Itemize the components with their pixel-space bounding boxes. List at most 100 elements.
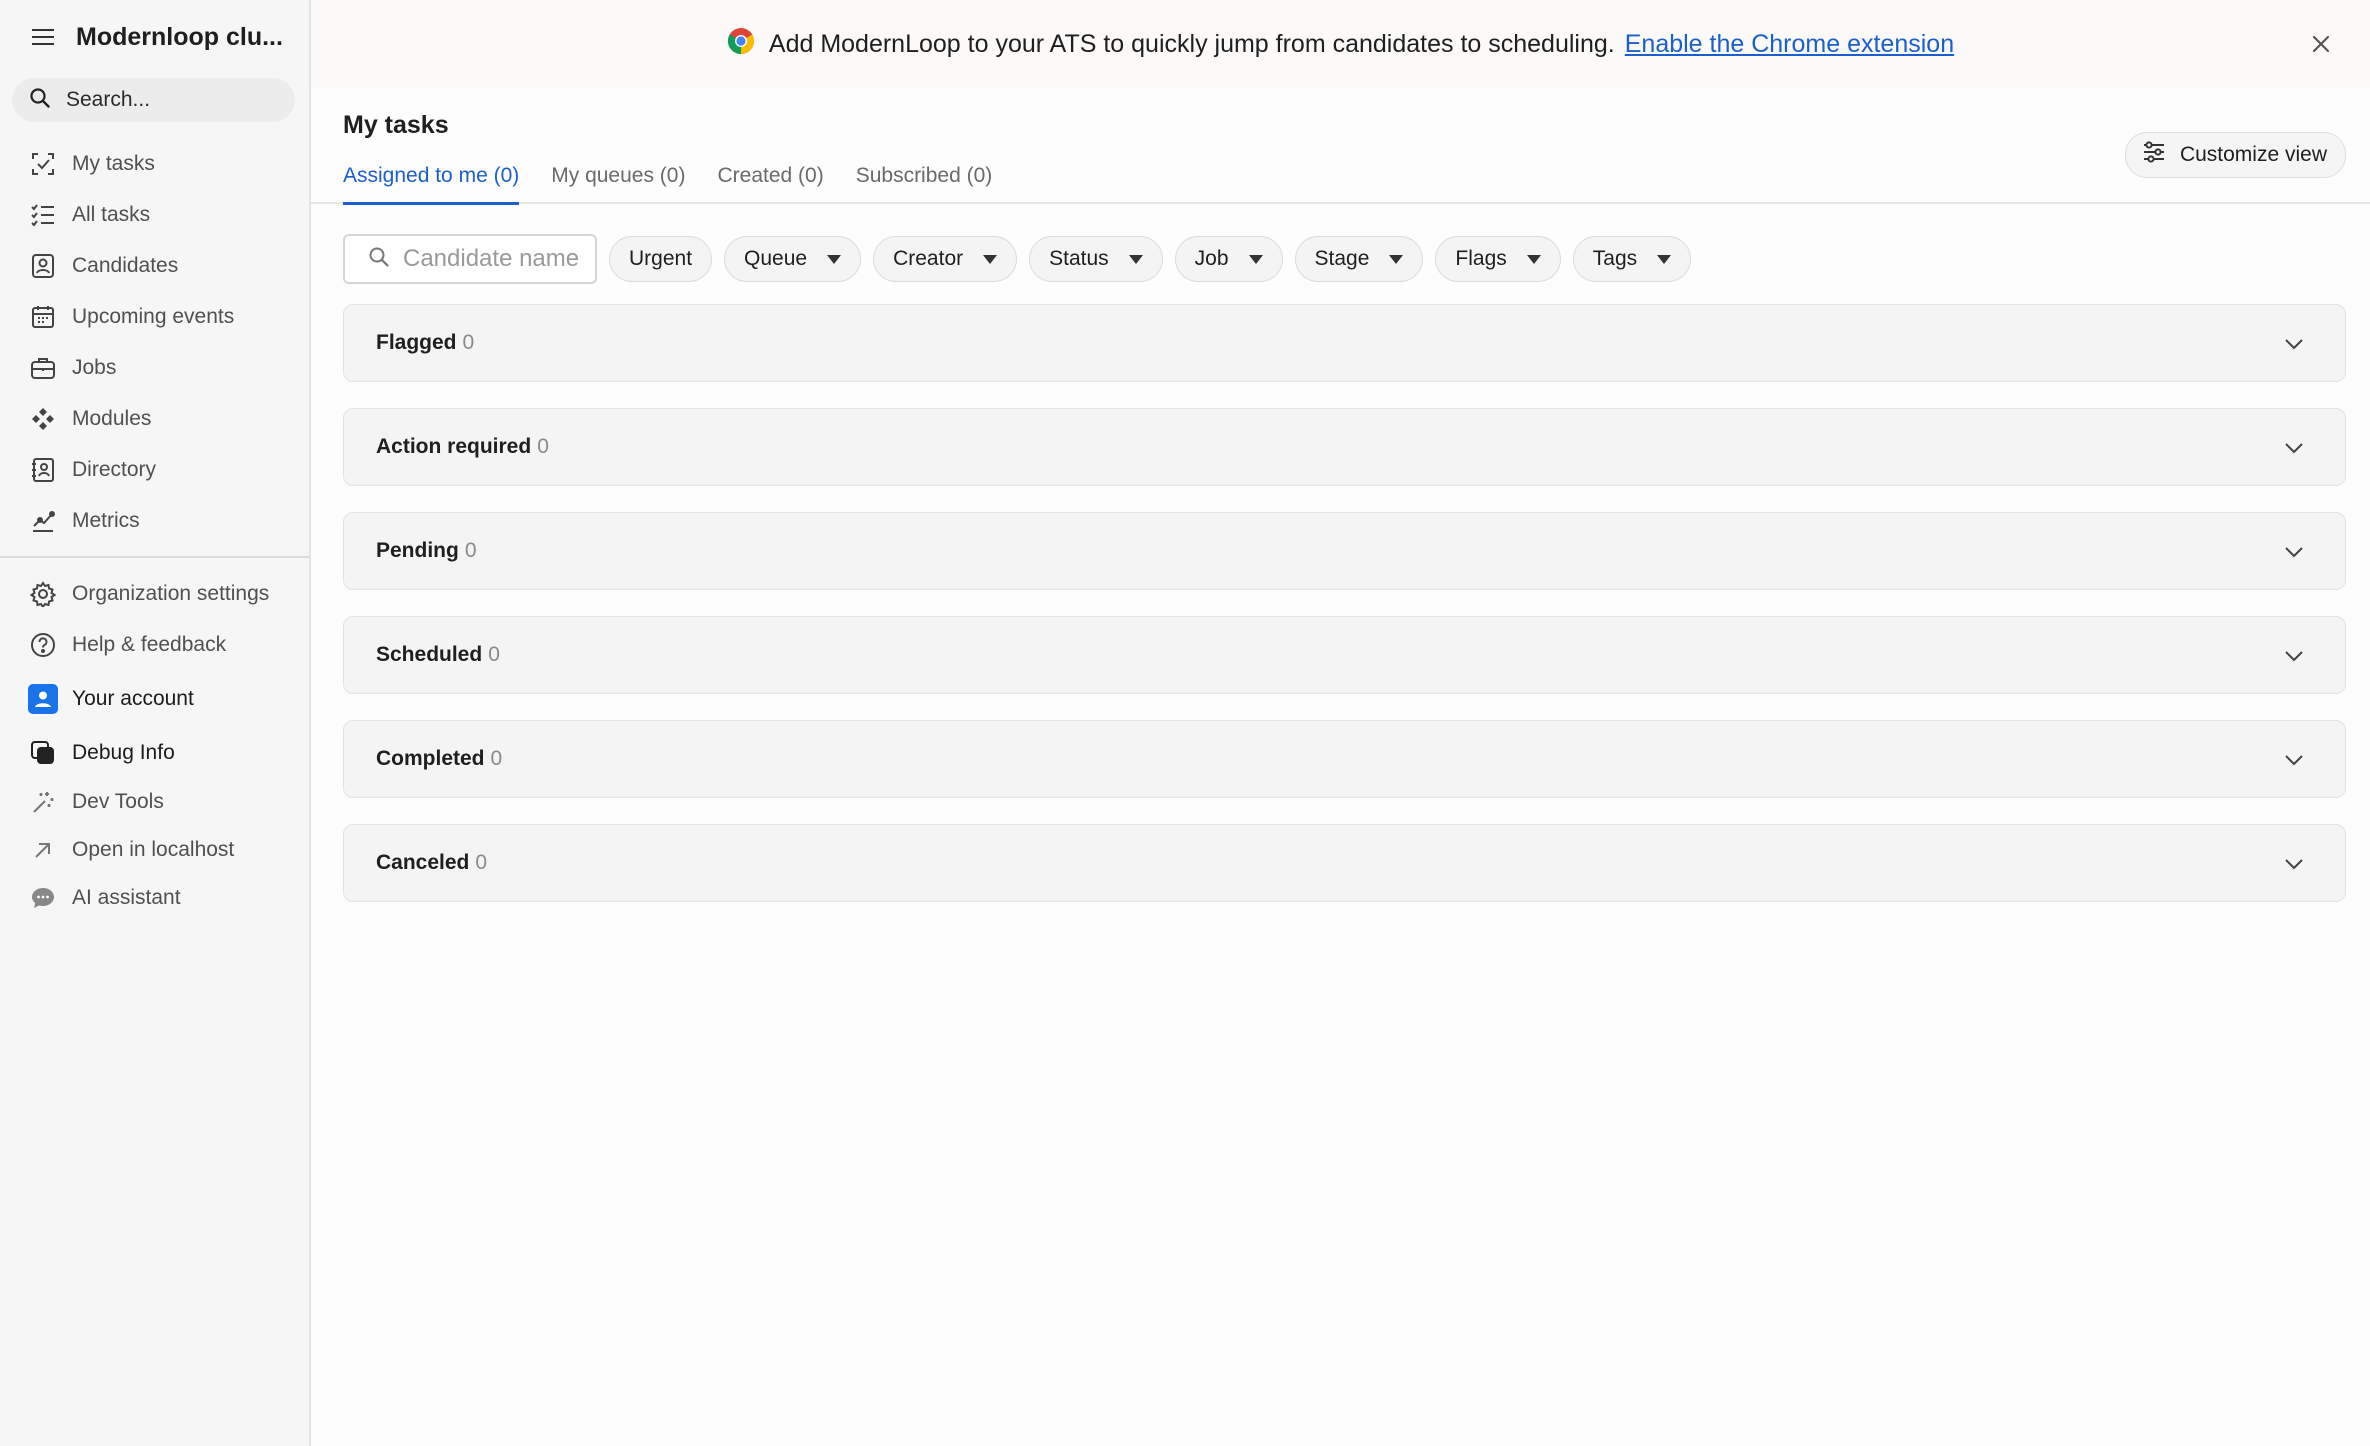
customize-view-label: Customize view — [2179, 143, 2327, 166]
nav-item-modules[interactable]: Modules — [0, 393, 309, 444]
nav-item-my-tasks[interactable]: My tasks — [0, 138, 309, 189]
group-flagged[interactable]: Flagged 0 — [343, 304, 2346, 382]
secondary-nav: Organization settings Help & feedback Yo… — [0, 568, 309, 922]
chevron-down-icon — [2283, 333, 2305, 355]
caret-down-icon — [827, 254, 842, 264]
chip-label: Queue — [744, 247, 808, 270]
nav-item-jobs[interactable]: Jobs — [0, 342, 309, 393]
candidate-search-input[interactable] — [401, 244, 585, 274]
group-pending[interactable]: Pending 0 — [343, 512, 2346, 590]
chip-label: Job — [1194, 247, 1229, 270]
chevron-down-icon — [2283, 645, 2305, 667]
briefcase-icon — [28, 353, 58, 383]
group-label: Flagged — [376, 331, 457, 354]
nav-label: Help & feedback — [72, 632, 227, 656]
chevron-down-icon — [2283, 437, 2305, 459]
filter-bar: Urgent Queue Creator Status Job Stage — [343, 234, 2370, 284]
task-tabs: Assigned to me (0) My queues (0) Created… — [343, 164, 1024, 205]
nav-item-debug-info[interactable]: Debug Info — [0, 727, 309, 778]
nav-item-help-feedback[interactable]: Help & feedback — [0, 619, 309, 670]
nav-label: Upcoming events — [72, 304, 235, 328]
group-count: 0 — [537, 435, 549, 458]
chrome-extension-banner: Add ModernLoop to your ATS to quickly ju… — [311, 0, 2370, 88]
page-header: My tasks Assigned to me (0) My queues (0… — [311, 88, 2370, 205]
nav-label: Dev Tools — [72, 790, 164, 813]
nav-item-candidates[interactable]: Candidates — [0, 240, 309, 291]
tab-my-queues[interactable]: My queues (0) — [551, 164, 685, 202]
chevron-down-icon — [2283, 853, 2305, 875]
filter-status[interactable]: Status — [1029, 236, 1163, 282]
chip-label: Flags — [1455, 247, 1507, 270]
group-action-required[interactable]: Action required 0 — [343, 408, 2346, 486]
caret-down-icon — [1248, 254, 1263, 264]
sliders-icon — [2142, 140, 2166, 170]
caret-down-icon — [1389, 254, 1404, 264]
sidebar-search[interactable]: Search... — [12, 78, 295, 122]
gear-icon — [28, 579, 58, 609]
org-name[interactable]: Modernloop clu... — [76, 23, 283, 52]
close-icon[interactable] — [2306, 29, 2336, 59]
metrics-icon — [28, 506, 58, 536]
caret-down-icon — [1526, 254, 1541, 264]
help-icon — [28, 630, 58, 660]
debug-icon — [28, 738, 58, 768]
filter-urgent[interactable]: Urgent — [609, 236, 713, 282]
sidebar-header: Modernloop clu... — [0, 0, 309, 74]
main-content: Add ModernLoop to your ATS to quickly ju… — [311, 0, 2370, 1446]
chip-label: Creator — [893, 247, 964, 270]
nav-label: Open in localhost — [72, 838, 235, 861]
list-check-icon — [28, 200, 58, 230]
nav-item-directory[interactable]: Directory — [0, 444, 309, 495]
nav-label: Your account — [72, 686, 194, 710]
nav-label: All tasks — [72, 202, 151, 226]
candidate-search-field[interactable] — [343, 234, 597, 284]
group-count: 0 — [488, 643, 500, 666]
chip-label: Stage — [1314, 247, 1370, 270]
nav-item-upcoming-events[interactable]: Upcoming events — [0, 291, 309, 342]
group-count: 0 — [490, 747, 503, 770]
account-icon — [28, 683, 58, 714]
nav-item-dev-tools[interactable]: Dev Tools — [0, 778, 309, 826]
search-icon — [369, 247, 389, 272]
task-groups: Flagged 0 Action required 0 Pending 0 Sc… — [343, 304, 2346, 902]
tab-subscribed[interactable]: Subscribed (0) — [856, 164, 993, 202]
filter-job[interactable]: Job — [1174, 236, 1283, 282]
chip-label: Urgent — [629, 247, 693, 270]
nav-item-organization-settings[interactable]: Organization settings — [0, 568, 309, 619]
hamburger-menu-icon[interactable] — [28, 22, 58, 52]
customize-view-button[interactable]: Customize view — [2124, 132, 2346, 178]
tab-assigned-to-me[interactable]: Assigned to me (0) — [343, 164, 520, 205]
nav-item-all-tasks[interactable]: All tasks — [0, 189, 309, 240]
modules-icon — [28, 404, 58, 434]
group-scheduled[interactable]: Scheduled 0 — [343, 616, 2346, 694]
filter-queue[interactable]: Queue — [724, 236, 862, 282]
nav-item-open-in-localhost[interactable]: Open in localhost — [0, 826, 309, 874]
group-label: Completed — [376, 747, 485, 770]
filter-stage[interactable]: Stage — [1294, 236, 1424, 282]
chevron-down-icon — [2283, 749, 2305, 771]
page-title: My tasks — [343, 111, 449, 139]
group-label: Scheduled — [376, 643, 483, 666]
sidebar: Modernloop clu... Search... My tasks All… — [0, 0, 311, 1446]
nav-label: Modules — [72, 406, 152, 430]
search-icon — [30, 87, 50, 113]
filter-creator[interactable]: Creator — [873, 236, 1018, 282]
filter-flags[interactable]: Flags — [1435, 236, 1561, 282]
group-canceled[interactable]: Canceled 0 — [343, 824, 2346, 902]
candidate-icon — [28, 251, 58, 281]
enable-chrome-extension-link[interactable]: Enable the Chrome extension — [1625, 30, 1954, 59]
group-completed[interactable]: Completed 0 — [343, 720, 2346, 798]
tab-created[interactable]: Created (0) — [717, 164, 823, 202]
chat-bubble-icon — [28, 883, 58, 913]
group-label: Action required — [376, 435, 532, 458]
nav-item-metrics[interactable]: Metrics — [0, 495, 309, 546]
nav-label: Organization settings — [72, 581, 270, 605]
filter-tags[interactable]: Tags — [1572, 236, 1692, 282]
chip-label: Status — [1049, 247, 1109, 270]
arrow-up-right-icon — [28, 835, 58, 865]
nav-item-your-account[interactable]: Your account — [0, 670, 309, 727]
nav-item-ai-assistant[interactable]: AI assistant — [0, 874, 309, 922]
caret-down-icon — [983, 254, 998, 264]
calendar-icon — [28, 302, 58, 332]
sidebar-search-label: Search... — [66, 88, 151, 111]
